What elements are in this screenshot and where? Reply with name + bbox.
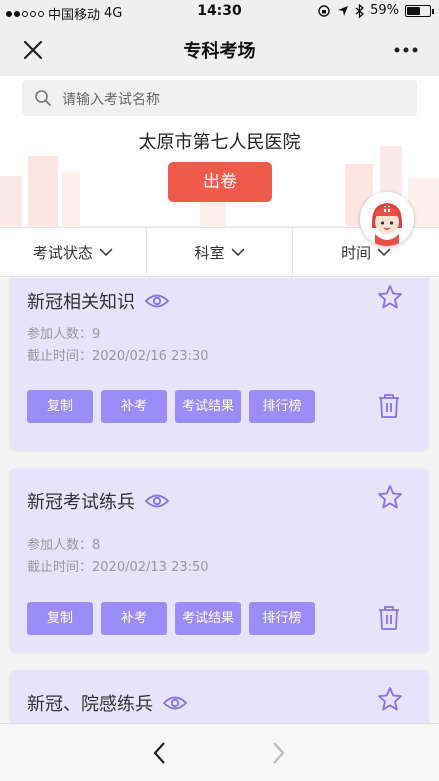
ranking-button[interactable]: 排行榜 [249,390,315,423]
card-actions: 复制 补考 考试结果 排行榜 [27,602,315,635]
deadline-value: 2020/02/16 23:30 [92,349,209,364]
trash-icon[interactable] [377,393,401,419]
filter-label: 考试状态 [32,243,93,262]
deadline-value: 2020/02/13 23:50 [92,560,209,575]
star-icon[interactable] [377,284,403,310]
search-placeholder: 请输入考试名称 [62,92,160,108]
deadline-label: 截止时间： [27,560,93,575]
page-title: 专科考场 [183,41,256,62]
chevron-down-icon [377,248,391,257]
results-button[interactable]: 考试结果 [175,602,241,635]
search-bar[interactable]: 请输入考试名称 [22,80,417,116]
star-icon[interactable] [377,484,403,510]
location-icon [338,5,349,16]
ranking-button[interactable]: 排行榜 [249,602,315,635]
exam-card[interactable]: 新冠、院感练兵 [10,670,429,723]
bluetooth-icon [355,3,365,18]
status-bar: 中国移动 4G 14:30 59% [0,0,439,24]
copy-button[interactable]: 复制 [27,390,93,423]
hospital-name: 太原市第七人民医院 [138,132,301,153]
nurse-avatar[interactable] [360,192,414,246]
navigation-bar: 专科考场 [0,24,439,76]
participants-label: 参加人数： [27,327,93,342]
participants-row: 参加人数：9 [27,323,100,342]
rotation-lock-icon [318,4,330,17]
trash-icon[interactable] [377,605,401,631]
filter-label: 时间 [341,243,372,262]
browser-toolbar [0,723,439,781]
exam-name: 新冠考试练兵 [27,492,135,513]
chevron-down-icon [99,248,113,257]
deadline-row: 截止时间：2020/02/16 23:30 [27,345,209,364]
exam-card[interactable]: 新冠相关知识 参加人数：9 截止时间：2020/02/16 23:30 复制 补… [10,278,429,450]
battery-icon [405,4,434,17]
retake-button[interactable]: 补考 [101,602,167,635]
exam-name: 新冠相关知识 [27,292,135,313]
create-exam-button[interactable]: 出卷 [168,162,272,202]
exam-name: 新冠、院感练兵 [27,694,153,715]
participants-label: 参加人数： [27,538,93,553]
exam-title-row: 新冠、院感练兵 [27,690,187,716]
eye-icon[interactable] [163,695,187,711]
filter-exam-status[interactable]: 考试状态 [0,228,147,276]
card-actions: 复制 补考 考试结果 排行榜 [27,390,315,423]
filter-label: 科室 [194,243,225,262]
deadline-row: 截止时间：2020/02/13 23:50 [27,556,209,575]
chevron-down-icon [230,248,245,257]
forward-arrow-icon[interactable] [268,740,288,766]
exam-list[interactable]: 新冠相关知识 参加人数：9 截止时间：2020/02/16 23:30 复制 补… [0,278,439,723]
star-icon[interactable] [377,686,403,712]
status-indicators: 59% [317,3,434,18]
participants-count: 8 [92,538,101,553]
exam-title-row: 新冠相关知识 [27,288,169,314]
exam-card[interactable]: 新冠考试练兵 参加人数：8 截止时间：2020/02/13 23:50 复制 补… [10,468,429,652]
search-icon [35,90,51,106]
participants-count: 9 [92,327,101,342]
eye-icon[interactable] [145,493,169,509]
battery-percent: 59% [370,3,399,18]
back-arrow-icon[interactable] [150,740,170,766]
more-icon[interactable] [391,37,421,63]
copy-button[interactable]: 复制 [27,602,93,635]
deadline-label: 截止时间： [27,349,93,364]
participants-row: 参加人数：8 [27,534,100,553]
eye-icon[interactable] [145,293,169,309]
retake-button[interactable]: 补考 [101,390,167,423]
exam-title-row: 新冠考试练兵 [27,488,169,514]
nurse-icon [360,192,414,246]
filter-department[interactable]: 科室 [147,228,294,276]
results-button[interactable]: 考试结果 [175,390,241,423]
